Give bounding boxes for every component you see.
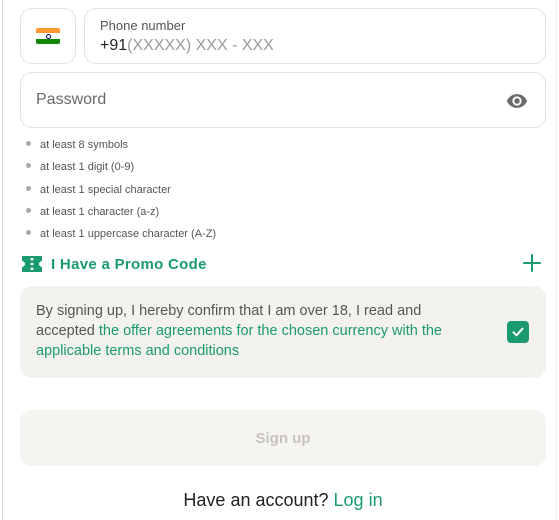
password-rules-list: at least 8 symbols at least 1 digit (0-9…	[26, 136, 216, 247]
phone-number-field[interactable]: Phone number +91(XXXXX) XXX - XXX	[84, 8, 546, 64]
bullet-icon	[26, 230, 31, 236]
promo-code-toggle[interactable]: I Have a Promo Code	[20, 252, 546, 276]
phone-number-label: Phone number	[100, 18, 186, 33]
signup-button[interactable]: Sign up	[20, 410, 546, 466]
right-border	[556, 0, 557, 520]
country-selector[interactable]	[20, 8, 76, 64]
bullet-icon	[26, 141, 31, 146]
terms-agreement: By signing up, I hereby confirm that I a…	[20, 286, 546, 378]
phone-number-input[interactable]: +91(XXXXX) XXX - XXX	[100, 37, 274, 55]
password-rule: at least 1 character (a-z)	[26, 203, 216, 225]
india-flag-icon	[36, 28, 60, 44]
bullet-icon	[26, 207, 31, 213]
signup-form: Phone number +91(XXXXX) XXX - XXX Passwo…	[0, 0, 559, 520]
bullet-icon	[26, 163, 31, 169]
phone-prefix: +91	[100, 37, 128, 54]
password-field[interactable]: Password	[20, 72, 546, 128]
ticket-icon	[22, 256, 42, 272]
terms-text: By signing up, I hereby confirm that I a…	[36, 303, 442, 359]
plus-icon[interactable]	[522, 253, 542, 273]
login-link[interactable]: Log in	[334, 490, 383, 510]
password-input[interactable]: Password	[36, 91, 106, 109]
promo-code-label: I Have a Promo Code	[51, 255, 207, 273]
left-border	[2, 0, 3, 520]
eye-icon[interactable]	[505, 90, 529, 112]
bullet-icon	[26, 185, 31, 191]
have-account-prompt: Have an account? Log in	[183, 490, 383, 510]
password-rule: at least 1 uppercase character (A-Z)	[26, 225, 216, 247]
terms-checkbox[interactable]	[507, 321, 529, 343]
checkmark-icon	[512, 327, 524, 337]
phone-mask: (XXXXX) XXX - XXX	[127, 37, 274, 54]
password-rule: at least 1 special character	[26, 181, 216, 203]
password-rule: at least 1 digit (0-9)	[26, 158, 216, 180]
password-rule: at least 8 symbols	[26, 136, 216, 158]
